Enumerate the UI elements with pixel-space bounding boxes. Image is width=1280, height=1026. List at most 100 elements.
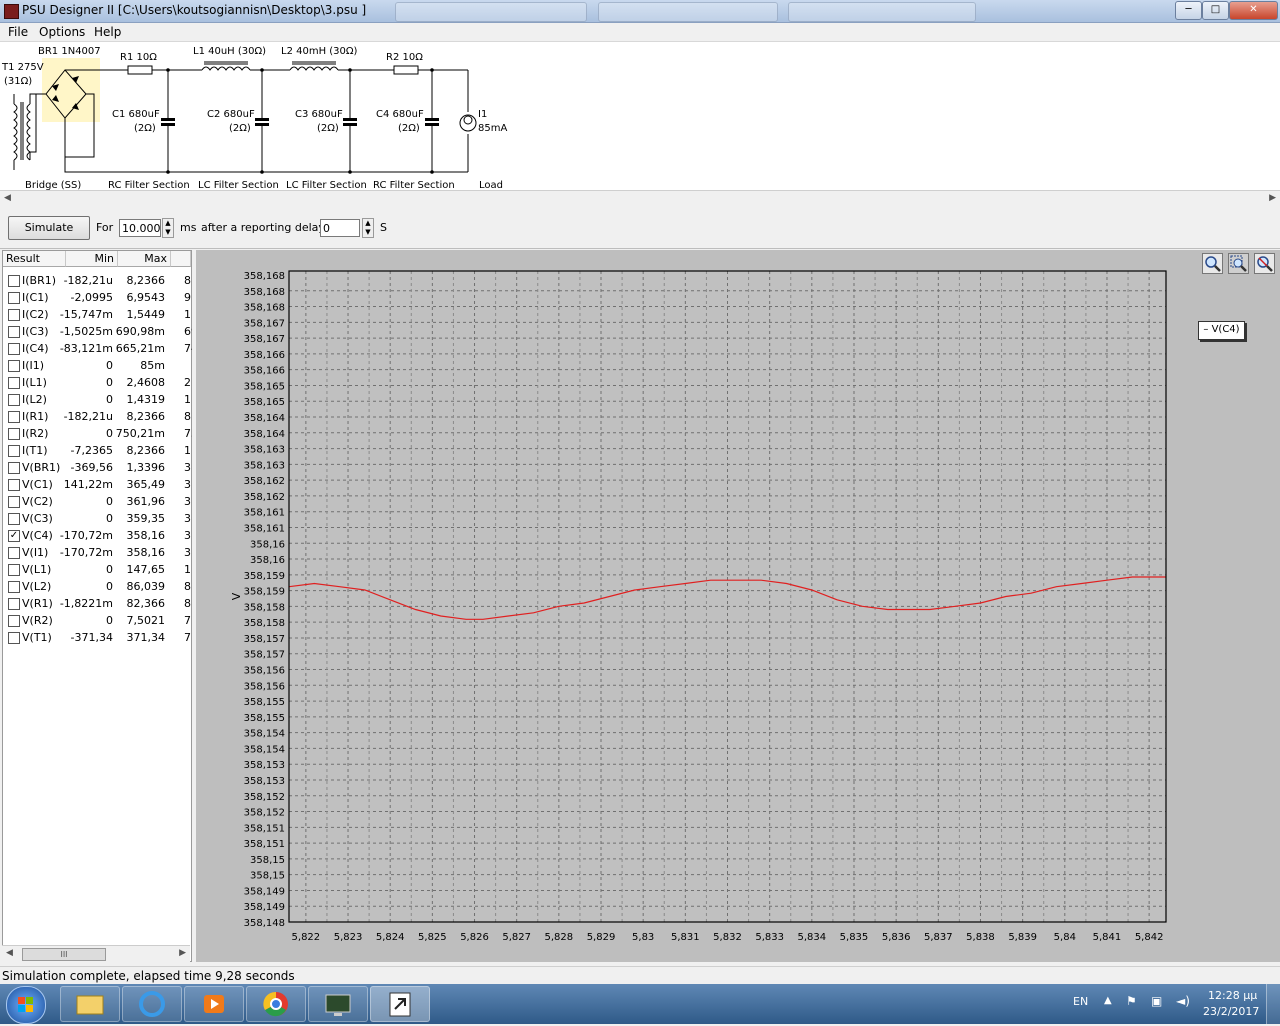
result-min: -7,2365 — [70, 444, 113, 457]
result-row[interactable]: V(L1) 0 147,65 1 — [3, 561, 191, 578]
result-checkbox[interactable] — [8, 513, 20, 525]
results-scrollbar[interactable]: ◀ III ▶ — [2, 945, 190, 962]
explorer-taskbar-icon[interactable] — [60, 986, 120, 1022]
result-row[interactable]: V(C1) 141,22m 365,49 3 — [3, 476, 191, 493]
result-row[interactable]: V(L2) 0 86,039 8 — [3, 578, 191, 595]
schematic-scrollbar[interactable]: ◀ ▶ — [0, 190, 1280, 208]
background-window-tab[interactable] — [788, 2, 976, 22]
result-row[interactable]: I(C2) -15,747m 1,5449 1 — [3, 306, 191, 323]
result-checkbox[interactable] — [8, 394, 20, 406]
result-min: 0 — [106, 512, 113, 525]
result-row[interactable]: I(T1) -7,2365 8,2366 1 — [3, 442, 191, 459]
flag-icon[interactable]: ⚑ — [1126, 994, 1137, 1008]
result-checkbox[interactable] — [8, 496, 20, 508]
result-row[interactable]: V(C3) 0 359,35 3 — [3, 510, 191, 527]
result-row[interactable]: I(BR1) -182,21u 8,2366 8 — [3, 272, 191, 289]
media-player-taskbar-icon[interactable] — [184, 986, 244, 1022]
results-list[interactable]: Result Min Max I(BR1) -182,21u 8,2366 8 I(C1… — [2, 250, 192, 962]
result-row[interactable]: V(C2) 0 361,96 3 — [3, 493, 191, 510]
start-button[interactable] — [6, 986, 46, 1024]
show-desktop-button[interactable] — [1266, 984, 1280, 1024]
maximize-button[interactable]: □ — [1202, 1, 1229, 20]
result-name: I(BR1) — [22, 274, 57, 287]
result-row[interactable]: I(I1) 0 85m — [3, 357, 191, 374]
result-checkbox[interactable] — [8, 581, 20, 593]
delay-input[interactable]: 0 — [320, 219, 360, 237]
result-checkbox[interactable] — [8, 547, 20, 559]
header-min[interactable]: Min — [66, 251, 118, 267]
result-name: V(C4) — [22, 529, 53, 542]
result-row[interactable]: ✓ V(C4) -170,72m 358,16 3 — [3, 527, 191, 544]
result-checkbox[interactable] — [8, 309, 20, 321]
simulate-button[interactable]: Simulate — [8, 216, 90, 240]
result-row[interactable]: I(L1) 0 2,4608 2 — [3, 374, 191, 391]
clock-time[interactable]: 12:28 μμ — [1208, 989, 1257, 1002]
result-checkbox[interactable] — [8, 462, 20, 474]
menu-file[interactable]: File — [8, 25, 28, 39]
scroll-left-icon[interactable]: ◀ — [4, 193, 11, 203]
header-extra[interactable] — [171, 251, 191, 267]
voltage-chart[interactable]: 358,168 358,168 358,168 358,167 358,167 358,1… — [196, 250, 1280, 962]
result-checkbox[interactable]: ✓ — [8, 530, 20, 542]
y-tick-label: 358,167 — [244, 318, 285, 329]
scroll-right-icon[interactable]: ▶ — [1269, 193, 1276, 203]
result-row[interactable]: I(R2) 0750,21m 750 — [3, 425, 192, 442]
result-name: V(I1) — [22, 546, 49, 559]
clock-date[interactable]: 23/2/2017 — [1203, 1005, 1259, 1018]
chrome-taskbar-icon[interactable] — [246, 986, 306, 1022]
scroll-right-icon[interactable]: ▶ — [179, 948, 186, 958]
header-result[interactable]: Result — [3, 251, 66, 267]
ie-taskbar-icon[interactable] — [122, 986, 182, 1022]
menu-help[interactable]: Help — [94, 25, 121, 39]
scroll-left-icon[interactable]: ◀ — [6, 948, 13, 958]
volume-icon[interactable]: ◄) — [1176, 994, 1190, 1008]
background-window-tab[interactable] — [598, 2, 778, 22]
result-row[interactable]: I(C4) -83,121m665,21m 748 — [3, 340, 192, 357]
result-checkbox[interactable] — [8, 615, 20, 627]
result-row[interactable]: V(I1) -170,72m 358,16 3 — [3, 544, 191, 561]
duration-input[interactable]: 10.000 — [119, 219, 161, 237]
result-checkbox[interactable] — [8, 360, 20, 372]
close-button[interactable]: ✕ — [1229, 1, 1278, 20]
result-checkbox[interactable] — [8, 377, 20, 389]
result-row[interactable]: V(R1) -1,8221m 82,366 8 — [3, 595, 191, 612]
result-row[interactable]: I(L2) 0 1,4319 1 — [3, 391, 191, 408]
monitor-taskbar-icon[interactable] — [308, 986, 368, 1022]
result-checkbox[interactable] — [8, 343, 20, 355]
result-checkbox[interactable] — [8, 445, 20, 457]
show-hidden-icons-icon[interactable]: ▲ — [1104, 995, 1112, 1006]
duration-spinner[interactable]: ▲ ▼ — [162, 218, 174, 238]
scroll-thumb[interactable]: III — [22, 948, 106, 961]
result-row[interactable]: V(BR1) -369,56 1,3396 3 — [3, 459, 191, 476]
y-tick-label: 358,166 — [244, 366, 285, 377]
header-max[interactable]: Max — [118, 251, 171, 267]
zoom-rect-icon[interactable] — [1228, 253, 1249, 274]
zoom-in-icon[interactable] — [1202, 253, 1223, 274]
result-checkbox[interactable] — [8, 632, 20, 644]
result-checkbox[interactable] — [8, 326, 20, 338]
result-row[interactable]: I(C1) -2,0995 6,9543 9 — [3, 289, 191, 306]
minimize-button[interactable]: ─ — [1175, 1, 1202, 20]
result-checkbox[interactable] — [8, 275, 20, 287]
result-checkbox[interactable] — [8, 564, 20, 576]
network-icon[interactable]: ▣ — [1151, 994, 1162, 1008]
result-name: I(C2) — [22, 308, 49, 321]
background-window-tab[interactable] — [395, 2, 587, 22]
menu-options[interactable]: Options — [39, 25, 85, 39]
result-checkbox[interactable] — [8, 411, 20, 423]
y-tick-label: 358,16 — [250, 539, 285, 550]
result-checkbox[interactable] — [8, 598, 20, 610]
psu-designer-taskbar-icon[interactable] — [370, 986, 430, 1022]
circuit-schematic[interactable]: BR1 1N4007 T1 275V (31Ω) R1 10Ω L1 40uH … — [0, 42, 1280, 191]
result-checkbox[interactable] — [8, 292, 20, 304]
delay-spinner[interactable]: ▲ ▼ — [362, 218, 374, 238]
zoom-reset-icon[interactable] — [1254, 253, 1275, 274]
result-row[interactable]: I(R1) -182,21u 8,2366 8 — [3, 408, 191, 425]
result-row[interactable]: V(T1) -371,34 371,34 7 — [3, 629, 191, 646]
result-checkbox[interactable] — [8, 479, 20, 491]
chart-legend[interactable]: – V(C4) — [1198, 321, 1245, 340]
language-indicator[interactable]: EN — [1073, 995, 1088, 1008]
result-checkbox[interactable] — [8, 428, 20, 440]
result-row[interactable]: I(C3) -1,5025m690,98m 692 — [3, 323, 192, 340]
result-row[interactable]: V(R2) 0 7,5021 7 — [3, 612, 191, 629]
